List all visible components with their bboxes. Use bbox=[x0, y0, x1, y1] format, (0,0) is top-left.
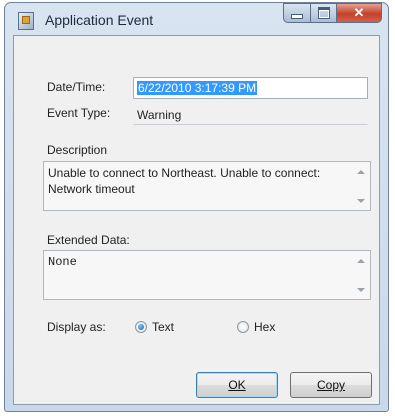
extended-data-label: Extended Data: bbox=[47, 233, 130, 247]
event-type-label: Event Type: bbox=[47, 106, 111, 120]
scroll-down-icon[interactable] bbox=[357, 288, 365, 292]
scroll-down-icon[interactable] bbox=[357, 199, 365, 203]
title-bar[interactable]: Application Event ✕ bbox=[5, 3, 388, 35]
datetime-value: 6/22/2010 3:17:39 PM bbox=[137, 81, 258, 95]
window-title: Application Event bbox=[45, 12, 154, 28]
close-button[interactable]: ✕ bbox=[336, 3, 382, 23]
text-radio[interactable] bbox=[135, 321, 147, 333]
minimize-icon bbox=[291, 13, 303, 19]
text-radio-label[interactable]: Text bbox=[152, 320, 174, 334]
extended-data-value: None bbox=[48, 255, 77, 269]
datetime-field[interactable]: 6/22/2010 3:17:39 PM bbox=[133, 77, 368, 99]
description-value: Unable to connect to Northeast. Unable t… bbox=[48, 166, 321, 196]
scroll-up-icon[interactable] bbox=[357, 259, 365, 263]
description-textarea[interactable]: Unable to connect to Northeast. Unable t… bbox=[43, 161, 371, 211]
copy-button[interactable]: Copy bbox=[290, 372, 372, 398]
dialog-body: Date/Time: 6/22/2010 3:17:39 PM Event Ty… bbox=[13, 35, 380, 405]
maximize-icon bbox=[317, 7, 330, 19]
copy-button-label: Copy bbox=[316, 378, 345, 392]
description-label: Description bbox=[47, 143, 108, 157]
event-type-value: Warning bbox=[137, 108, 182, 122]
event-type-field: Warning bbox=[133, 103, 368, 125]
minimize-button[interactable] bbox=[283, 3, 310, 23]
display-as-label: Display as: bbox=[47, 320, 106, 334]
application-event-dialog: Application Event ✕ Date/Time: 6/22/2010… bbox=[4, 2, 389, 412]
close-icon: ✕ bbox=[353, 5, 365, 20]
scroll-up-icon[interactable] bbox=[357, 170, 365, 174]
maximize-button[interactable] bbox=[310, 3, 336, 23]
extended-scrollbar[interactable] bbox=[353, 252, 369, 298]
hex-radio[interactable] bbox=[237, 321, 249, 333]
caption-buttons: ✕ bbox=[283, 3, 382, 23]
extended-data-textarea[interactable]: None bbox=[43, 250, 371, 300]
description-scrollbar[interactable] bbox=[353, 163, 369, 209]
ok-button-label: OK bbox=[228, 378, 246, 392]
datetime-label: Date/Time: bbox=[47, 80, 106, 94]
event-log-icon bbox=[18, 12, 34, 30]
ok-button[interactable]: OK bbox=[196, 372, 278, 398]
hex-radio-label[interactable]: Hex bbox=[254, 320, 275, 334]
